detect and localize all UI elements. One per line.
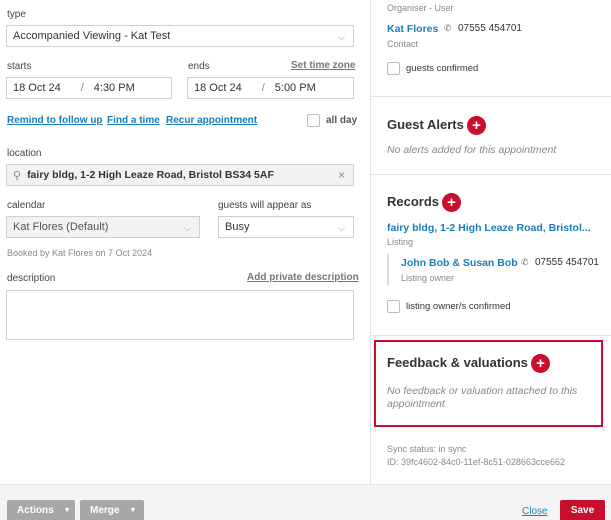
location-label: location xyxy=(7,148,42,159)
guest-alerts-empty: No alerts added for this appointment xyxy=(387,144,557,156)
save-button[interactable]: Save xyxy=(560,500,605,520)
divider xyxy=(371,335,611,336)
organiser-phone: 07555 454701 xyxy=(458,23,522,34)
start-date: 18 Oct 24 xyxy=(13,82,61,94)
clear-location-icon[interactable]: × xyxy=(338,168,345,182)
end-time: 5:00 PM xyxy=(274,82,316,94)
add-guest-alert-button[interactable]: + xyxy=(467,116,486,135)
all-day-checkbox[interactable] xyxy=(307,114,320,127)
divider xyxy=(371,96,611,97)
calendar-label: calendar xyxy=(7,200,46,211)
guests-confirmed-checkbox[interactable] xyxy=(387,62,400,75)
listing-owner-label: Listing owner xyxy=(401,273,455,283)
sync-id: ID: 39fc4602-84c0-11ef-8c51-028663cce662 xyxy=(387,457,565,467)
listing-link[interactable]: fairy bldg, 1-2 High Leaze Road, Bristol… xyxy=(387,222,591,234)
listing-owner-link[interactable]: John Bob & Susan Bob xyxy=(401,257,518,269)
end-separator: / xyxy=(261,82,265,94)
chevron-down-icon: ⌵ xyxy=(184,223,191,233)
location-value: fairy bldg, 1-2 High Leaze Road, Bristol… xyxy=(27,169,274,181)
type-label: type xyxy=(7,9,26,20)
organiser-role: Organiser - User xyxy=(387,3,454,13)
calendar-value: Kat Flores (Default) xyxy=(13,221,109,233)
details-sidebar: Organiser - User Kat Flores ✆ 07555 4547… xyxy=(370,0,611,484)
chevron-down-icon: ⌵ xyxy=(338,32,345,42)
records-title: Records xyxy=(387,194,440,209)
sync-status: Sync status: in sync xyxy=(387,444,467,454)
recur-appointment-link[interactable]: Recur appointment xyxy=(166,115,257,126)
appointment-form: type Accompanied Viewing - Kat Test ⌵ st… xyxy=(0,0,370,484)
find-time-link[interactable]: Find a time xyxy=(107,115,160,126)
add-feedback-button[interactable]: + xyxy=(531,354,550,373)
start-time: 4:30 PM xyxy=(93,82,135,94)
guests-confirmed-label: guests confirmed xyxy=(406,63,479,74)
merge-button[interactable]: Merge ▼ xyxy=(80,500,144,520)
feedback-empty-line2: appointment xyxy=(387,398,445,410)
close-link[interactable]: Close xyxy=(522,506,548,517)
caret-down-icon: ▼ xyxy=(129,507,137,514)
starts-label: starts xyxy=(7,61,32,72)
end-date: 18 Oct 24 xyxy=(194,82,242,94)
end-datetime-field[interactable]: 18 Oct 24 / 5:00 PM xyxy=(187,77,354,99)
caret-down-icon: ▼ xyxy=(63,507,71,514)
description-label: description xyxy=(7,273,56,284)
footer-bar: Actions ▼ Merge ▼ Close Save xyxy=(0,484,611,520)
feedback-valuations-section: Feedback & valuations + No feedback or v… xyxy=(374,340,603,427)
chevron-down-icon: ⌵ xyxy=(338,223,345,233)
listing-owner-phone: 07555 454701 xyxy=(535,257,599,268)
calendar-select[interactable]: Kat Flores (Default) ⌵ xyxy=(6,216,200,238)
merge-label: Merge xyxy=(90,505,120,516)
guests-appear-label: guests will appear as xyxy=(218,200,312,211)
feedback-valuations-title: Feedback & valuations xyxy=(387,355,528,370)
description-textarea[interactable] xyxy=(6,290,354,340)
listing-owner-confirmed-checkbox[interactable] xyxy=(387,300,400,313)
organiser-subrole: Contact xyxy=(387,39,419,49)
actions-label: Actions xyxy=(17,505,54,516)
actions-button[interactable]: Actions ▼ xyxy=(7,500,75,520)
phone-icon: ✆ xyxy=(521,257,529,267)
start-datetime-field[interactable]: 18 Oct 24 / 4:30 PM xyxy=(6,77,172,99)
guests-appear-select[interactable]: Busy ⌵ xyxy=(218,216,354,238)
guest-alerts-title: Guest Alerts xyxy=(387,117,464,132)
ends-label: ends xyxy=(188,61,210,72)
feedback-empty-line1: No feedback or valuation attached to thi… xyxy=(387,385,578,397)
all-day-label: all day xyxy=(326,115,358,126)
remind-follow-up-link[interactable]: Remind to follow up xyxy=(7,115,103,126)
booked-by-text: Booked by Kat Flores on 7 Oct 2024 xyxy=(7,248,153,258)
guests-appear-value: Busy xyxy=(225,221,250,233)
organiser-name-link[interactable]: Kat Flores xyxy=(387,23,438,35)
add-record-button[interactable]: + xyxy=(442,193,461,212)
phone-icon: ✆ xyxy=(444,23,452,33)
listing-owner-confirmed-label: listing owner/s confirmed xyxy=(406,301,511,312)
type-select[interactable]: Accompanied Viewing - Kat Test ⌵ xyxy=(6,25,354,47)
add-private-description-link[interactable]: Add private description xyxy=(247,272,359,283)
divider xyxy=(371,174,611,175)
location-field[interactable]: ⚲ fairy bldg, 1-2 High Leaze Road, Brist… xyxy=(6,164,354,186)
set-time-zone-link[interactable]: Set time zone xyxy=(291,60,355,71)
type-value: Accompanied Viewing - Kat Test xyxy=(13,30,171,42)
start-separator: / xyxy=(80,82,84,94)
record-indent-bar xyxy=(387,254,389,286)
listing-label: Listing xyxy=(387,237,414,247)
location-pin-icon: ⚲ xyxy=(13,169,22,182)
